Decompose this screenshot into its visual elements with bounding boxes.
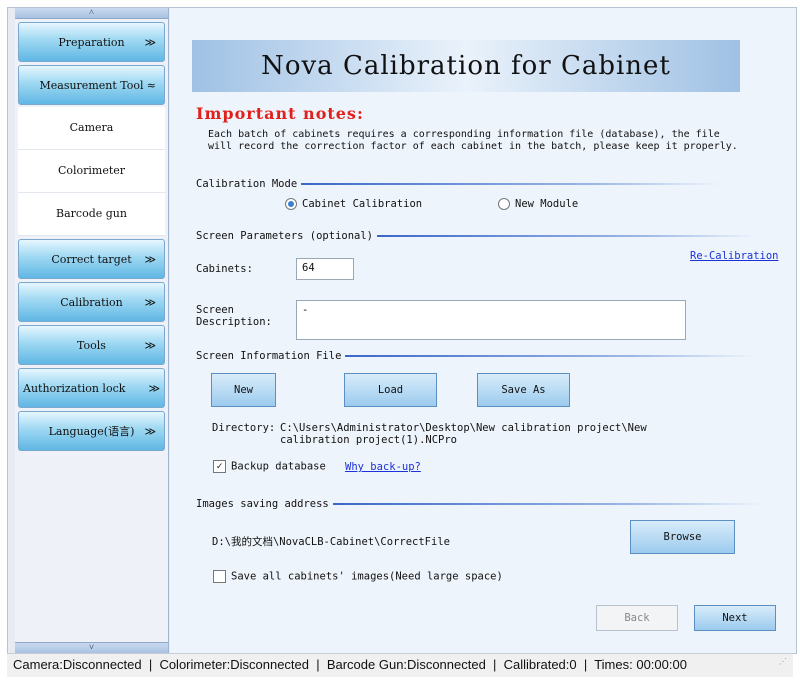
radio-label: New Module <box>515 198 579 210</box>
sidebar-subitem-colorimeter[interactable]: Colorimeter <box>18 150 165 193</box>
browse-button[interactable]: Browse <box>630 520 735 554</box>
sidebar-item-label: Correct target <box>51 253 132 266</box>
calibration-mode-section: Calibration Mode <box>196 178 722 190</box>
radio-label: Cabinet Calibration <box>302 198 423 210</box>
images-path-value: D:\我的文档\NovaCLB-Cabinet\CorrectFile <box>212 536 450 548</box>
calibration-mode-label: Calibration Mode <box>196 178 298 190</box>
backup-database-checkbox[interactable]: ✓ Backup database <box>213 460 326 473</box>
chevron-down-icon: ≫ <box>144 253 156 266</box>
sidebar-item-authorization-lock[interactable]: Authorization lock ≫ <box>18 368 165 408</box>
backup-database-label: Backup database <box>231 460 326 473</box>
sidebar-item-label: Calibration <box>60 296 123 309</box>
screen-description-input[interactable]: - <box>296 300 686 340</box>
main-panel: Nova Calibration for Cabinet Important n… <box>170 8 796 653</box>
status-text: Camera:Disconnected | Colorimeter:Discon… <box>13 657 687 672</box>
sidebar-item-language[interactable]: Language(语言) ≫ <box>18 411 165 451</box>
chevron-down-icon: ≫ <box>144 339 156 352</box>
recalibration-link[interactable]: Re-Calibration <box>690 250 779 262</box>
sidebar-item-preparation[interactable]: Preparation ≫ <box>18 22 165 62</box>
sidebar-item-label: Authorization lock <box>23 382 126 395</box>
screen-information-file-section: Screen Information File <box>196 350 756 362</box>
checkbox-unchecked-icon <box>213 570 226 583</box>
new-button[interactable]: New <box>211 373 276 407</box>
notes-text: Each batch of cabinets requires a corres… <box>208 129 738 152</box>
sidebar-scroll-down-button[interactable]: ˅ <box>15 642 168 653</box>
images-saving-section: Images saving address <box>196 498 763 510</box>
screen-description-label: Screen Description: <box>196 304 272 328</box>
sidebar-subitem-barcode-gun[interactable]: Barcode gun <box>18 193 165 236</box>
sidebar-item-label: Preparation <box>58 36 125 49</box>
section-divider <box>332 503 763 505</box>
directory-value: C:\Users\Administrator\Desktop\New calib… <box>280 422 647 446</box>
radio-cabinet-calibration[interactable]: Cabinet Calibration <box>285 198 422 210</box>
sidebar-item-label: Measurement Tool <box>39 79 144 92</box>
back-button[interactable]: Back <box>596 605 678 631</box>
next-button[interactable]: Next <box>694 605 776 631</box>
chevron-up-icon: ≈ <box>146 79 156 92</box>
chevron-down-icon: ≫ <box>144 296 156 309</box>
notes-title: Important notes: <box>196 104 364 123</box>
directory-label: Directory: <box>212 422 276 434</box>
sidebar-item-label: Language(语言) <box>48 425 135 438</box>
sidebar-item-calibration[interactable]: Calibration ≫ <box>18 282 165 322</box>
chevron-down-icon: ≫ <box>148 382 160 395</box>
sidebar-item-label: Tools <box>77 339 106 352</box>
sidebar-subitem-camera[interactable]: Camera <box>18 107 165 150</box>
radio-selected-icon <box>285 198 297 210</box>
save-as-button[interactable]: Save As <box>477 373 570 407</box>
sidebar-item-measurement-tool[interactable]: Measurement Tool ≈ <box>18 65 165 105</box>
screen-parameters-label: Screen Parameters (optional) <box>196 230 374 242</box>
section-divider <box>345 355 756 357</box>
cabinets-label: Cabinets: <box>196 263 253 275</box>
cabinets-input[interactable]: 64 <box>296 258 354 280</box>
save-all-images-label: Save all cabinets' images(Need large spa… <box>231 570 503 583</box>
why-backup-link[interactable]: Why back-up? <box>345 461 421 473</box>
screen-information-file-label: Screen Information File <box>196 350 342 362</box>
screen-parameters-section: Screen Parameters (optional) <box>196 230 758 242</box>
status-bar: Camera:Disconnected | Colorimeter:Discon… <box>7 653 793 677</box>
section-divider <box>301 183 722 185</box>
chevron-down-icon: ≫ <box>144 36 156 49</box>
radio-unselected-icon <box>498 198 510 210</box>
sidebar-scroll-up-button[interactable]: ˄ <box>15 8 168 19</box>
section-divider <box>377 235 758 237</box>
resize-grip-icon[interactable]: ⋰ <box>779 651 787 673</box>
app-window: ˄ Preparation ≫ Measurement Tool ≈ Camer… <box>7 7 797 654</box>
images-saving-label: Images saving address <box>196 498 329 510</box>
sidebar-item-tools[interactable]: Tools ≫ <box>18 325 165 365</box>
sidebar: ˄ Preparation ≫ Measurement Tool ≈ Camer… <box>15 8 169 653</box>
save-all-images-checkbox[interactable]: Save all cabinets' images(Need large spa… <box>213 570 503 583</box>
checkbox-checked-icon: ✓ <box>213 460 226 473</box>
radio-new-module[interactable]: New Module <box>498 198 578 210</box>
sidebar-item-correct-target[interactable]: Correct target ≫ <box>18 239 165 279</box>
load-button[interactable]: Load <box>344 373 437 407</box>
page-title: Nova Calibration for Cabinet <box>192 40 740 92</box>
chevron-down-icon: ≫ <box>144 425 156 438</box>
